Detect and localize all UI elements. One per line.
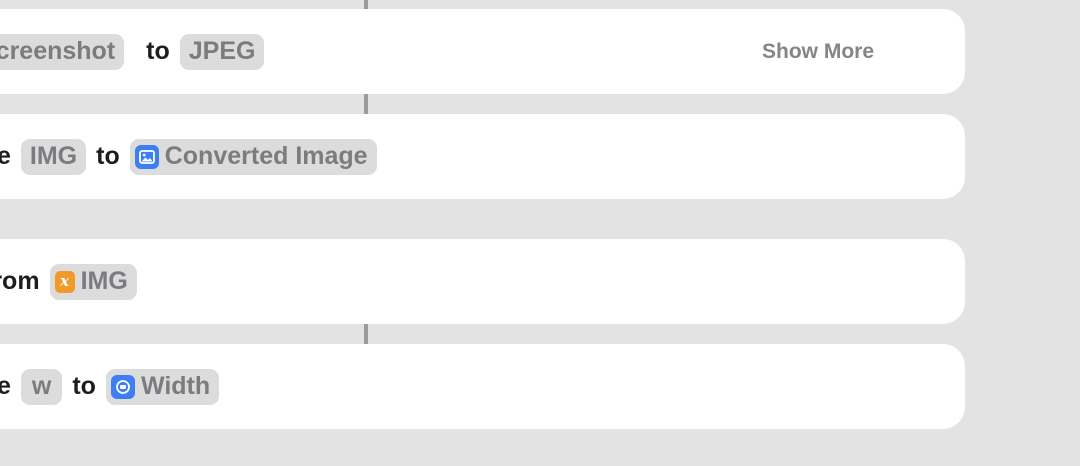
flow-connector bbox=[364, 324, 368, 344]
action-text-from: from bbox=[0, 267, 40, 295]
token-label: w bbox=[31, 372, 52, 400]
shortcut-editor-canvas: Screenshot to JPEG Show More e IMG to bbox=[0, 0, 1080, 466]
variable-token-img[interactable]: x IMG bbox=[49, 263, 137, 300]
variable-name-token[interactable]: w bbox=[20, 368, 63, 405]
parameter-token-format[interactable]: JPEG bbox=[179, 33, 265, 70]
action-text-to: to bbox=[72, 372, 96, 400]
token-label: IMG bbox=[29, 142, 78, 170]
action-card-convert-image[interactable]: Screenshot to JPEG Show More bbox=[0, 9, 965, 94]
action-text-prefix: e bbox=[0, 142, 11, 170]
action-text-prefix: e bbox=[0, 372, 11, 400]
parameter-token-screenshot[interactable]: Screenshot bbox=[0, 33, 125, 70]
action-card-get-from-img[interactable]: from x IMG bbox=[0, 239, 965, 324]
variable-icon: x bbox=[54, 270, 75, 293]
magic-variable-converted-image[interactable]: Converted Image bbox=[129, 138, 377, 175]
flow-connector bbox=[364, 94, 368, 114]
token-label: Screenshot bbox=[0, 37, 116, 65]
dimension-icon bbox=[110, 374, 135, 399]
magic-variable-width[interactable]: Width bbox=[105, 368, 220, 405]
token-label: Converted Image bbox=[164, 142, 368, 170]
show-more-button[interactable]: Show More bbox=[762, 9, 874, 94]
token-label: IMG bbox=[80, 267, 128, 295]
image-icon bbox=[134, 144, 159, 169]
flow-connector bbox=[364, 0, 368, 9]
action-card-set-variable-img[interactable]: e IMG to Converted Image bbox=[0, 114, 965, 199]
action-text-to: to bbox=[96, 142, 120, 170]
token-label: Width bbox=[140, 372, 211, 400]
action-text-to: to bbox=[146, 37, 170, 65]
action-card-set-variable-w[interactable]: e w to Width bbox=[0, 344, 965, 429]
token-label: JPEG bbox=[188, 37, 256, 65]
variable-name-token[interactable]: IMG bbox=[20, 138, 87, 175]
